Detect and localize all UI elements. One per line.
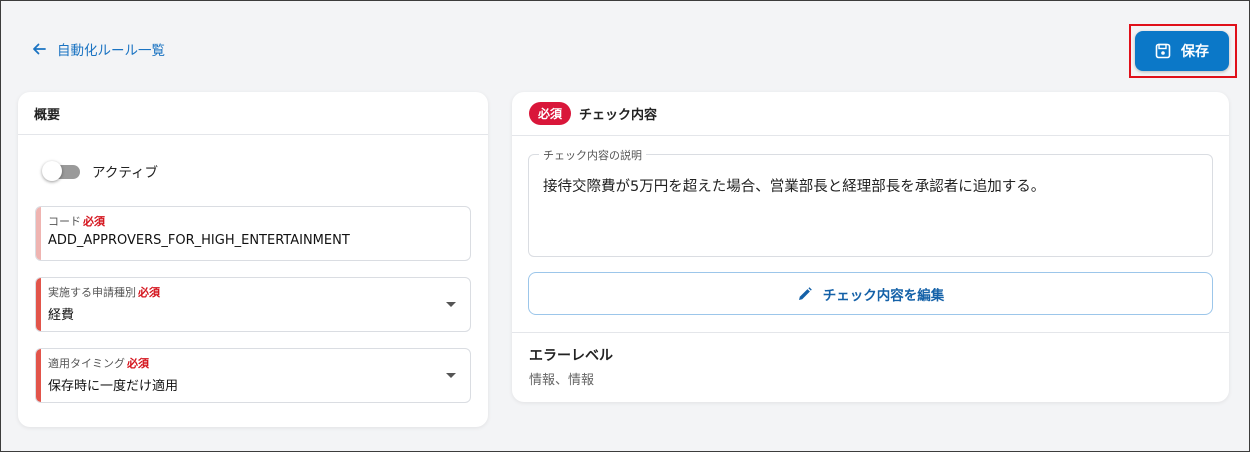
save-icon: [1155, 43, 1171, 59]
divider: [512, 332, 1229, 333]
save-button-label: 保存: [1181, 44, 1209, 60]
active-toggle-row: アクティブ: [42, 161, 158, 181]
application-type-value: 経費: [48, 308, 75, 323]
check-description-field: チェック内容の説明 接待交際費が5万円を超えた場合、営業部長と経理部長を承認者に…: [528, 147, 1213, 257]
required-mark: 必須: [138, 286, 160, 299]
overview-card-title: 概要: [18, 92, 488, 135]
check-card-header: 必須 チェック内容: [512, 92, 1229, 136]
application-type-label: 実施する申請種別 必須: [48, 286, 160, 299]
code-field[interactable]: コード 必須 ADD_APPROVERS_FOR_HIGH_ENTERTAINME…: [35, 206, 471, 261]
apply-timing-value: 保存時に一度だけ適用: [48, 379, 179, 394]
arrow-left-icon: [33, 43, 46, 55]
application-type-select[interactable]: 実施する申請種別 必須 経費: [35, 277, 471, 332]
pencil-icon: [798, 286, 812, 300]
code-field-label: コード 必須: [48, 215, 105, 228]
overview-card: 概要 アクティブ コード 必須 ADD_APPROVERS_FOR_HIGH_EN…: [18, 92, 488, 427]
apply-timing-label: 適用タイミング 必須: [48, 357, 149, 370]
check-description-text: 接待交際費が5万円を超えた場合、営業部長と経理部長を承認者に追加する。: [543, 179, 1046, 195]
active-toggle-label: アクティブ: [92, 165, 159, 181]
dropdown-caret-icon: [446, 373, 456, 378]
apply-timing-select[interactable]: 適用タイミング 必須 保存時に一度だけ適用: [35, 348, 471, 403]
active-toggle[interactable]: [42, 161, 80, 181]
required-badge: 必須: [529, 102, 572, 125]
check-card-title: チェック内容: [579, 108, 658, 123]
dropdown-caret-icon: [446, 302, 456, 307]
edit-check-label: チェック内容を編集: [822, 287, 945, 304]
edit-check-button[interactable]: チェック内容を編集: [528, 272, 1213, 315]
required-mark: 必須: [127, 357, 149, 370]
error-level-title: エラーレベル: [529, 348, 613, 364]
check-card: 必須 チェック内容 チェック内容の説明 接待交際費が5万円を超えた場合、営業部長…: [512, 92, 1229, 402]
code-field-value: ADD_APPROVERS_FOR_HIGH_ENTERTAINMENT: [48, 233, 350, 248]
back-link[interactable]: 自動化ルール一覧: [31, 39, 165, 59]
back-link-label: 自動化ルール一覧: [57, 43, 165, 59]
check-description-label: チェック内容の説明: [539, 147, 646, 163]
save-button[interactable]: 保存: [1135, 31, 1229, 71]
required-mark: 必須: [83, 215, 105, 228]
error-level-value: 情報、情報: [529, 373, 595, 388]
